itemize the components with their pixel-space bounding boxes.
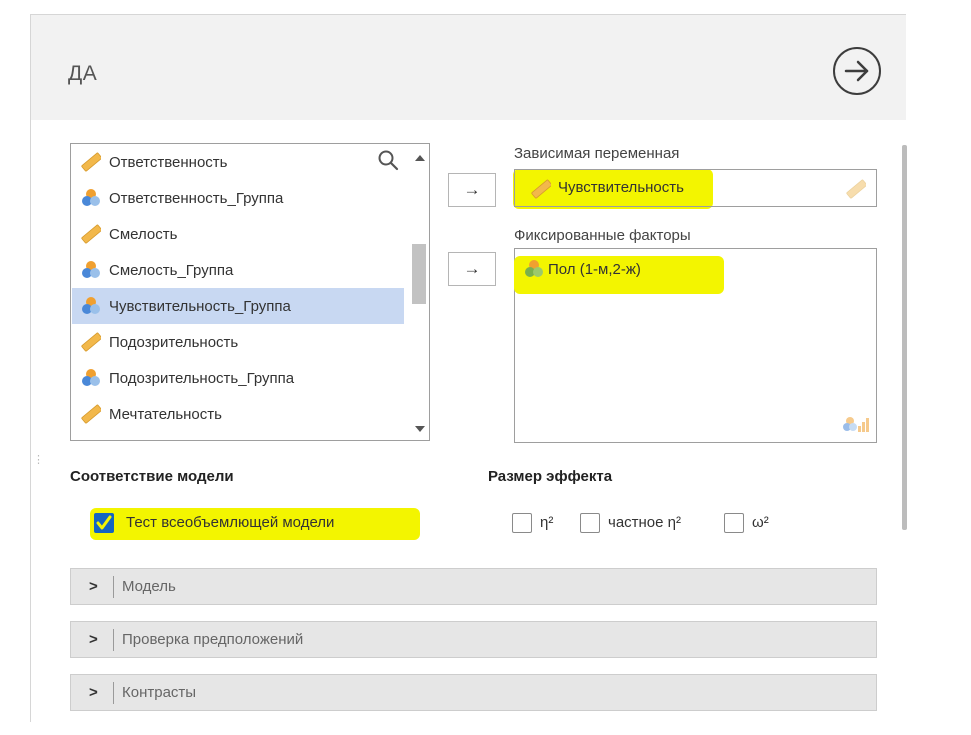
resize-handle[interactable]: ⋮ bbox=[33, 455, 44, 481]
fixed-factors-label: Фиксированные факторы bbox=[514, 227, 691, 244]
ruler-icon bbox=[846, 179, 867, 204]
omega-squared-label: ω² bbox=[752, 514, 769, 531]
checkmark-icon bbox=[96, 515, 112, 530]
variable-item[interactable]: Ответственность_Группа bbox=[72, 180, 404, 216]
arrow-right-icon bbox=[844, 60, 869, 82]
omnibus-test-label: Тест всеобъемлющей модели bbox=[126, 514, 335, 531]
nominal-icon bbox=[524, 259, 544, 284]
divider bbox=[113, 628, 114, 651]
variable-item[interactable]: Смелость_Группа bbox=[72, 252, 404, 288]
variable-item[interactable]: Подозрительность bbox=[72, 324, 404, 360]
variable-item[interactable]: Подозрительность_Группа bbox=[72, 360, 404, 396]
section-label: Контрасты bbox=[122, 684, 197, 701]
chevron-right-icon: > bbox=[89, 684, 98, 701]
omega-squared-checkbox[interactable] bbox=[724, 513, 744, 533]
variable-label: Мечтательность bbox=[109, 405, 222, 423]
nominal-icon bbox=[81, 260, 101, 280]
section-model[interactable]: > Модель bbox=[70, 568, 877, 605]
panel-border bbox=[30, 14, 31, 722]
nominal-ordinal-icon bbox=[842, 414, 870, 439]
ruler-icon bbox=[531, 179, 552, 204]
run-arrow-button[interactable] bbox=[833, 47, 881, 95]
factor-item[interactable]: Пол (1-м,2-ж) bbox=[548, 261, 641, 278]
omnibus-test-checkbox[interactable] bbox=[94, 513, 114, 533]
arrow-right-icon: → bbox=[463, 259, 481, 278]
chevron-right-icon: > bbox=[89, 631, 98, 648]
move-to-dependent-button[interactable]: → bbox=[448, 173, 496, 207]
chevron-right-icon: > bbox=[89, 578, 98, 595]
ruler-icon bbox=[81, 404, 102, 424]
divider bbox=[113, 575, 114, 598]
scrollbar-thumb[interactable] bbox=[412, 244, 426, 304]
section-label: Проверка предположений bbox=[122, 631, 304, 648]
dependent-variable-field[interactable]: Чувствительность bbox=[514, 169, 877, 207]
section-label: Модель bbox=[122, 578, 176, 595]
ruler-icon bbox=[81, 224, 102, 244]
variable-label: Чувствительность_Группа bbox=[109, 297, 291, 315]
arrow-right-icon: → bbox=[463, 180, 481, 199]
variable-label: Ответственность bbox=[109, 153, 228, 171]
variable-item[interactable]: Мечтательность bbox=[72, 396, 404, 432]
search-icon[interactable] bbox=[377, 149, 399, 171]
partial-eta-squared-checkbox[interactable] bbox=[580, 513, 600, 533]
dependent-variable-value: Чувствительность bbox=[558, 179, 684, 196]
variable-label: Смелость bbox=[109, 225, 178, 243]
section-assumption-checks[interactable]: > Проверка предположений bbox=[70, 621, 877, 658]
variable-list[interactable]: Ответственность Ответственность_Группа С… bbox=[70, 143, 430, 441]
variable-item-selected[interactable]: Чувствительность_Группа bbox=[72, 288, 404, 324]
move-to-factors-button[interactable]: → bbox=[448, 252, 496, 286]
variable-item[interactable] bbox=[72, 432, 404, 441]
section-contrasts[interactable]: > Контрасты bbox=[70, 674, 877, 711]
panel-header bbox=[30, 14, 906, 120]
panel-scrollbar[interactable] bbox=[902, 145, 907, 530]
nominal-icon bbox=[81, 296, 101, 316]
variable-label: Ответственность_Группа bbox=[109, 189, 284, 207]
ruler-icon bbox=[81, 440, 101, 441]
ruler-icon bbox=[81, 152, 102, 172]
variable-label: Смелость_Группа bbox=[109, 261, 234, 279]
scroll-up-arrow-icon[interactable] bbox=[414, 150, 426, 161]
scroll-down-arrow-icon[interactable] bbox=[414, 421, 426, 432]
nominal-icon bbox=[81, 188, 101, 208]
panel-title: ДА bbox=[68, 62, 98, 85]
eta-squared-label: η² bbox=[540, 514, 554, 531]
variable-label: Подозрительность_Группа bbox=[109, 369, 295, 387]
divider bbox=[113, 681, 114, 704]
panel-border bbox=[30, 14, 906, 15]
variable-item[interactable]: Ответственность bbox=[72, 144, 404, 180]
effect-size-title: Размер эффекта bbox=[488, 468, 613, 485]
model-fit-title: Соответствие модели bbox=[70, 468, 234, 485]
ruler-icon bbox=[81, 332, 102, 352]
partial-eta-squared-label: частное η² bbox=[608, 514, 682, 531]
dependent-variable-label: Зависимая переменная bbox=[514, 145, 680, 162]
eta-squared-checkbox[interactable] bbox=[512, 513, 532, 533]
nominal-icon bbox=[81, 368, 101, 388]
variable-label: Подозрительность bbox=[109, 333, 239, 351]
variable-item[interactable]: Смелость bbox=[72, 216, 404, 252]
